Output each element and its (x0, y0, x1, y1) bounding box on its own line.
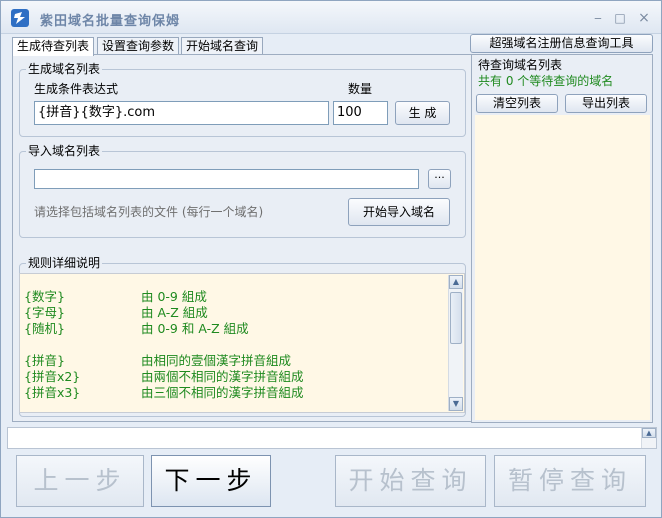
prev-step-button[interactable]: 上一步 (16, 455, 144, 507)
tab-query-settings[interactable]: 设置查询参数 (97, 37, 179, 55)
pause-query-button[interactable]: 暂停查询 (494, 455, 646, 507)
rule-description: 由 A-Z 組成 (141, 305, 208, 320)
import-group: 导入域名列表 ··· 请选择包括域名列表的文件 (每行一个域名) 开始导入域名 (19, 144, 466, 238)
rules-scrollbar[interactable]: ▲ ▼ (448, 275, 463, 411)
import-hint: 请选择包括域名列表的文件 (每行一个域名) (34, 205, 264, 219)
whois-tool-button[interactable]: 超强域名注册信息查询工具 (470, 34, 653, 53)
close-button[interactable]: × (637, 11, 651, 25)
start-query-button[interactable]: 开始查询 (335, 455, 486, 507)
rule-item: {数字} 由 0-9 組成 (24, 289, 207, 304)
queue-list[interactable] (475, 115, 650, 420)
rule-item: {拼音} 由相同的壹個漢字拼音組成 (24, 353, 291, 368)
window-title: 紫田域名批量查询保姆 (40, 14, 181, 29)
generate-group: 生成域名列表 生成条件表达式 数量 {拼音}{数字}.com 100 生 成 (19, 62, 466, 137)
queue-panel: 待查询域名列表 共有 0 个等待查询的域名 清空列表 导出列表 (471, 54, 653, 423)
generate-group-title: 生成域名列表 (26, 62, 103, 76)
browse-button[interactable]: ··· (428, 169, 451, 189)
ellipsis-icon: ··· (434, 171, 445, 184)
queue-group-title: 待查询域名列表 (478, 58, 563, 72)
count-input[interactable]: 100 (333, 101, 388, 125)
app-logo-icon (11, 9, 29, 27)
queue-count: 共有 0 个等待查询的域名 (478, 74, 614, 88)
count-label: 数量 (348, 82, 373, 96)
rule-key: {拼音} (24, 353, 65, 368)
rule-item: {字母} 由 A-Z 組成 (24, 305, 208, 320)
rule-key: {拼音x3} (24, 385, 81, 400)
generate-button[interactable]: 生 成 (395, 101, 450, 125)
title-bar[interactable]: 紫田域名批量查询保姆 ‒ □ × (1, 1, 661, 34)
tab-start-query[interactable]: 开始域名查询 (181, 37, 263, 55)
rule-description: 由 0-9 和 A-Z 組成 (141, 321, 249, 336)
status-scrollbar[interactable]: ▲ (641, 428, 656, 448)
minimize-button[interactable]: ‒ (591, 12, 605, 24)
rules-text-box[interactable]: {数字} 由 0-9 組成 {字母} 由 A-Z 組成 {随机} 由 0-9 和… (19, 273, 465, 413)
arrow-up-icon[interactable]: ▲ (449, 275, 463, 289)
rule-key: {字母} (24, 305, 65, 320)
import-group-title: 导入域名列表 (26, 144, 103, 158)
rule-item: {拼音x2} 由兩個不相同的漢字拼音組成 (24, 369, 304, 384)
rule-description: 由相同的壹個漢字拼音組成 (141, 353, 292, 368)
next-step-button[interactable]: 下一步 (151, 455, 271, 507)
export-list-button[interactable]: 导出列表 (565, 94, 647, 113)
rule-item: {随机} 由 0-9 和 A-Z 組成 (24, 321, 249, 336)
main-window: 紫田域名批量查询保姆 ‒ □ × 生成待查列表 设置查询参数 开始域名查询 生成… (0, 0, 662, 518)
expression-input[interactable]: {拼音}{数字}.com (34, 101, 329, 125)
rule-key: {拼音x2} (24, 369, 81, 384)
rule-item: {拼音x3} 由三個不相同的漢字拼音組成 (24, 385, 304, 400)
rule-description: 由三個不相同的漢字拼音組成 (141, 385, 304, 400)
maximize-button[interactable]: □ (613, 12, 627, 24)
rule-key: {数字} (24, 289, 65, 304)
arrow-down-icon[interactable]: ▼ (449, 397, 463, 411)
rules-group-title: 规则详细说明 (26, 256, 103, 270)
scrollbar-thumb[interactable] (450, 292, 462, 344)
status-field: ▲ (7, 427, 657, 449)
rule-description: 由 0-9 組成 (141, 289, 207, 304)
rule-key: {随机} (24, 321, 65, 336)
arrow-up-icon[interactable]: ▲ (642, 428, 656, 438)
rule-description: 由兩個不相同的漢字拼音組成 (141, 369, 304, 384)
start-import-button[interactable]: 开始导入域名 (348, 198, 450, 226)
import-file-input[interactable] (34, 169, 419, 189)
expression-label: 生成条件表达式 (34, 82, 119, 96)
clear-list-button[interactable]: 清空列表 (476, 94, 558, 113)
tab-generate-list[interactable]: 生成待查列表 (12, 37, 94, 56)
